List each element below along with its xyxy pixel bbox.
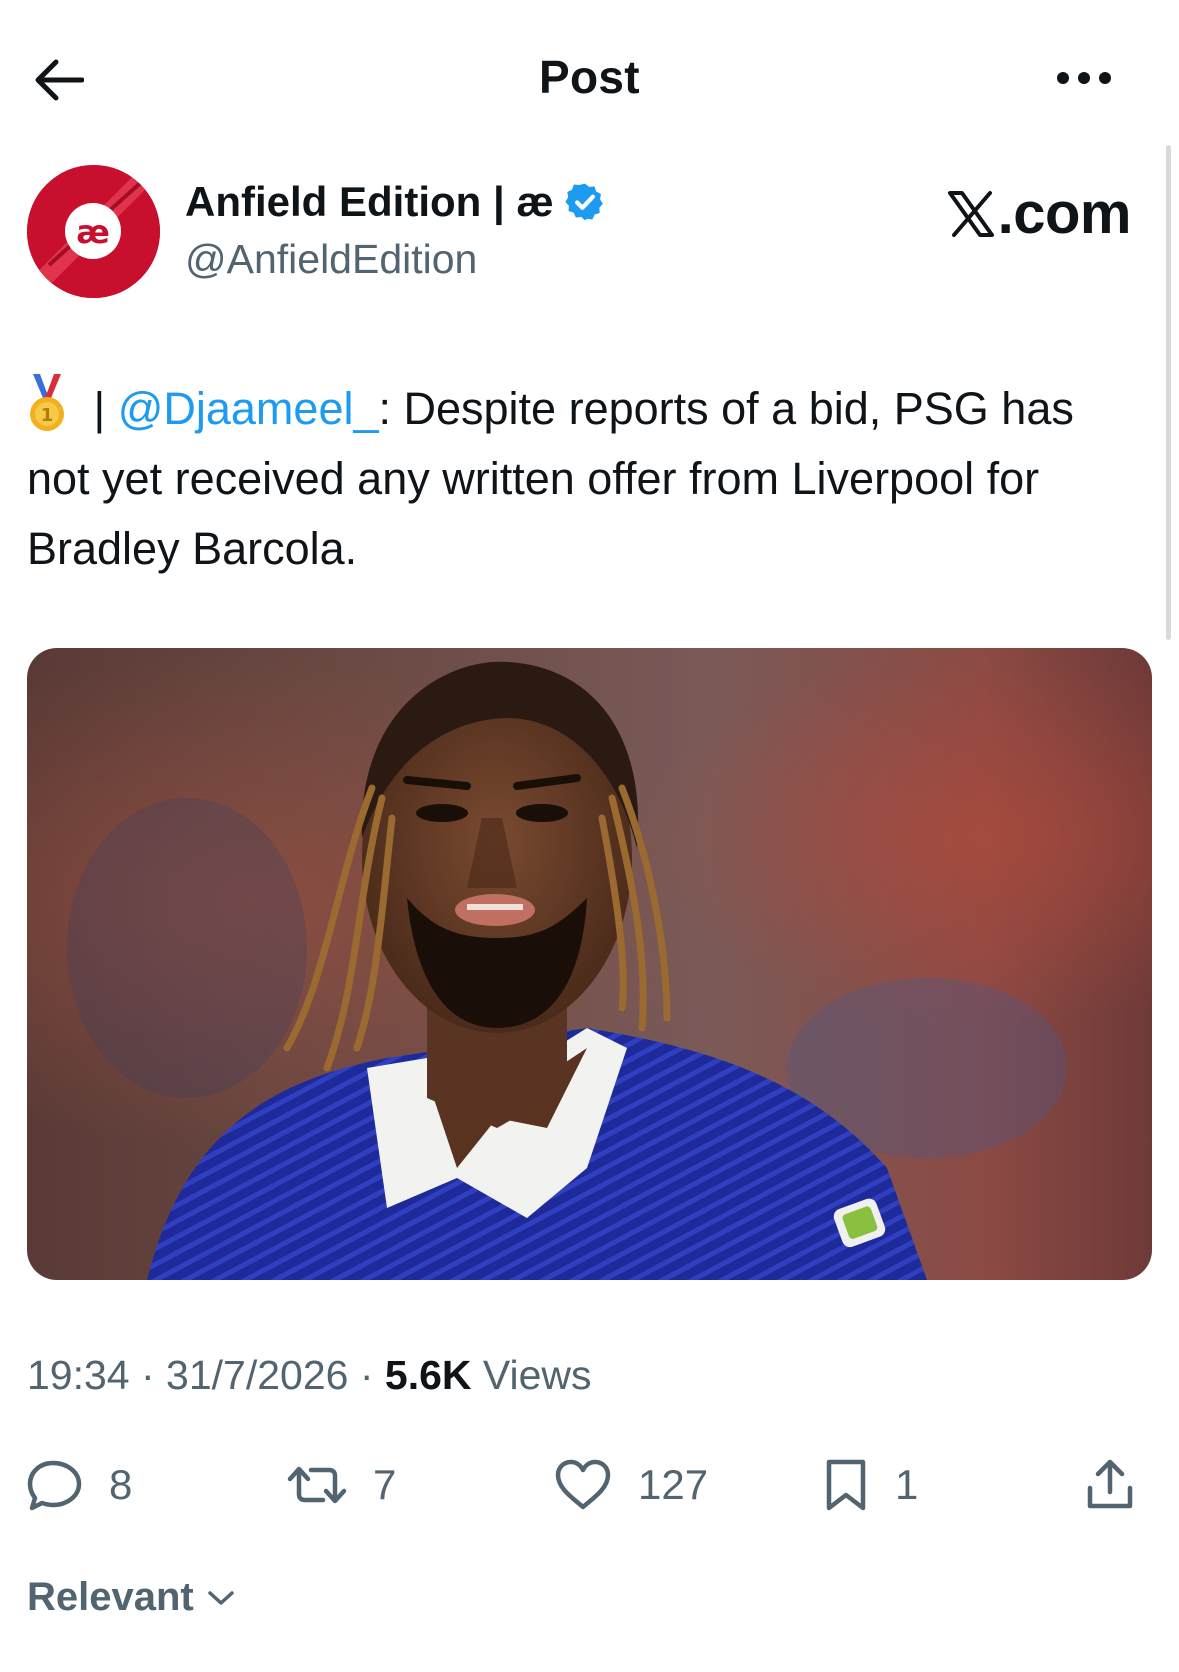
reply-icon [27, 1460, 82, 1511]
repost-button[interactable]: 7 [287, 1450, 396, 1520]
author-name-text: Anfield Edition | æ [185, 178, 554, 225]
footballer-photo [27, 648, 1152, 1280]
avatar[interactable]: æ [27, 165, 160, 298]
post-separator: | [81, 383, 118, 434]
replies-sort-dropdown[interactable]: Relevant [27, 1575, 236, 1620]
sort-label: Relevant [27, 1575, 194, 1619]
post-text: 1 | @Djaameel_: Despite reports of a bid… [27, 372, 1147, 584]
action-bar: 8 7 127 1 [0, 1450, 1179, 1520]
page-title: Post [539, 51, 640, 103]
mention-link[interactable]: @Djaameel_ [118, 383, 379, 434]
gold-medal-icon: 1 [30, 373, 64, 431]
svg-text:æ: æ [76, 213, 110, 251]
watermark: .com [946, 180, 1132, 247]
repost-icon [287, 1466, 347, 1504]
post-meta: 19:34 · 31/7/2026 · 5.6K Views [27, 1352, 592, 1399]
scrollbar[interactable] [1166, 145, 1171, 640]
chevron-down-icon [208, 1590, 234, 1605]
avatar-logo-icon: æ [27, 165, 160, 298]
author-name[interactable]: Anfield Edition | æ [185, 178, 606, 226]
reply-count: 8 [109, 1461, 133, 1508]
meta-separator: · [348, 1352, 385, 1398]
reply-button[interactable]: 8 [27, 1450, 132, 1520]
repost-count: 7 [373, 1461, 397, 1508]
bookmark-icon [826, 1459, 866, 1511]
more-options-button[interactable] [1049, 58, 1119, 98]
top-bar: Post [0, 0, 1179, 150]
watermark-text: .com [997, 181, 1132, 246]
verified-badge-icon [565, 183, 603, 221]
heart-icon [555, 1459, 611, 1510]
post-time: 19:34 [27, 1352, 130, 1398]
share-button[interactable] [1085, 1450, 1161, 1520]
share-icon [1087, 1459, 1133, 1509]
views-label: Views [471, 1352, 592, 1398]
x-logo-icon [947, 190, 994, 237]
author-handle[interactable]: @AnfieldEdition [185, 236, 477, 283]
like-button[interactable]: 127 [554, 1450, 708, 1520]
bookmark-count: 1 [895, 1461, 919, 1508]
meta-separator: · [129, 1352, 167, 1398]
post-date: 31/7/2026 [166, 1352, 349, 1398]
svg-text:1: 1 [41, 405, 54, 426]
views-count[interactable]: 5.6K [385, 1352, 472, 1398]
post-media-photo[interactable] [27, 648, 1152, 1280]
more-horizontal-icon [1057, 72, 1111, 84]
bookmark-button[interactable]: 1 [823, 1450, 918, 1520]
like-count: 127 [638, 1461, 709, 1508]
